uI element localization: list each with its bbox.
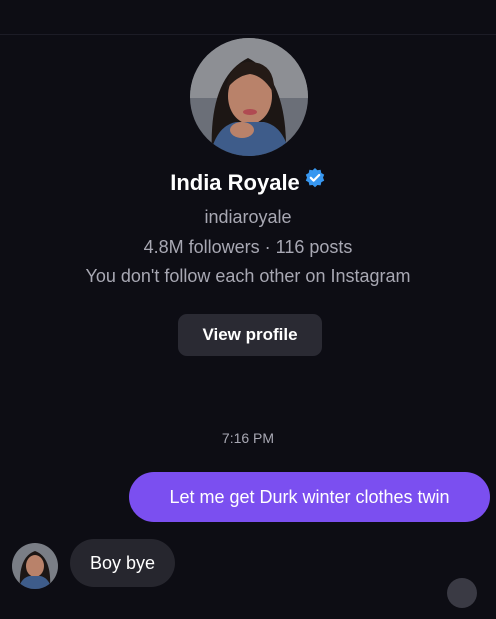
sender-photo-icon	[12, 543, 58, 589]
seen-avatar-icon	[447, 578, 477, 608]
received-message-bubble[interactable]: Boy bye	[70, 539, 175, 587]
display-name: India Royale	[170, 170, 300, 195]
follow-status: You don't follow each other on Instagram	[85, 266, 411, 286]
sent-message-bubble[interactable]: Let me get Durk winter clothes twin	[129, 472, 490, 522]
sender-avatar[interactable]	[12, 543, 58, 589]
view-profile-button[interactable]: View profile	[178, 314, 322, 356]
profile-photo-icon	[190, 38, 308, 156]
profile-name-row: India Royale	[0, 168, 496, 198]
follower-stats: 4.8M followers · 116 posts	[143, 237, 353, 257]
profile-avatar[interactable]	[190, 38, 308, 156]
header-divider	[0, 34, 496, 35]
verified-badge-icon	[304, 167, 326, 197]
username: indiaroyale	[204, 207, 292, 227]
message-timestamp: 7:16 PM	[221, 430, 275, 446]
